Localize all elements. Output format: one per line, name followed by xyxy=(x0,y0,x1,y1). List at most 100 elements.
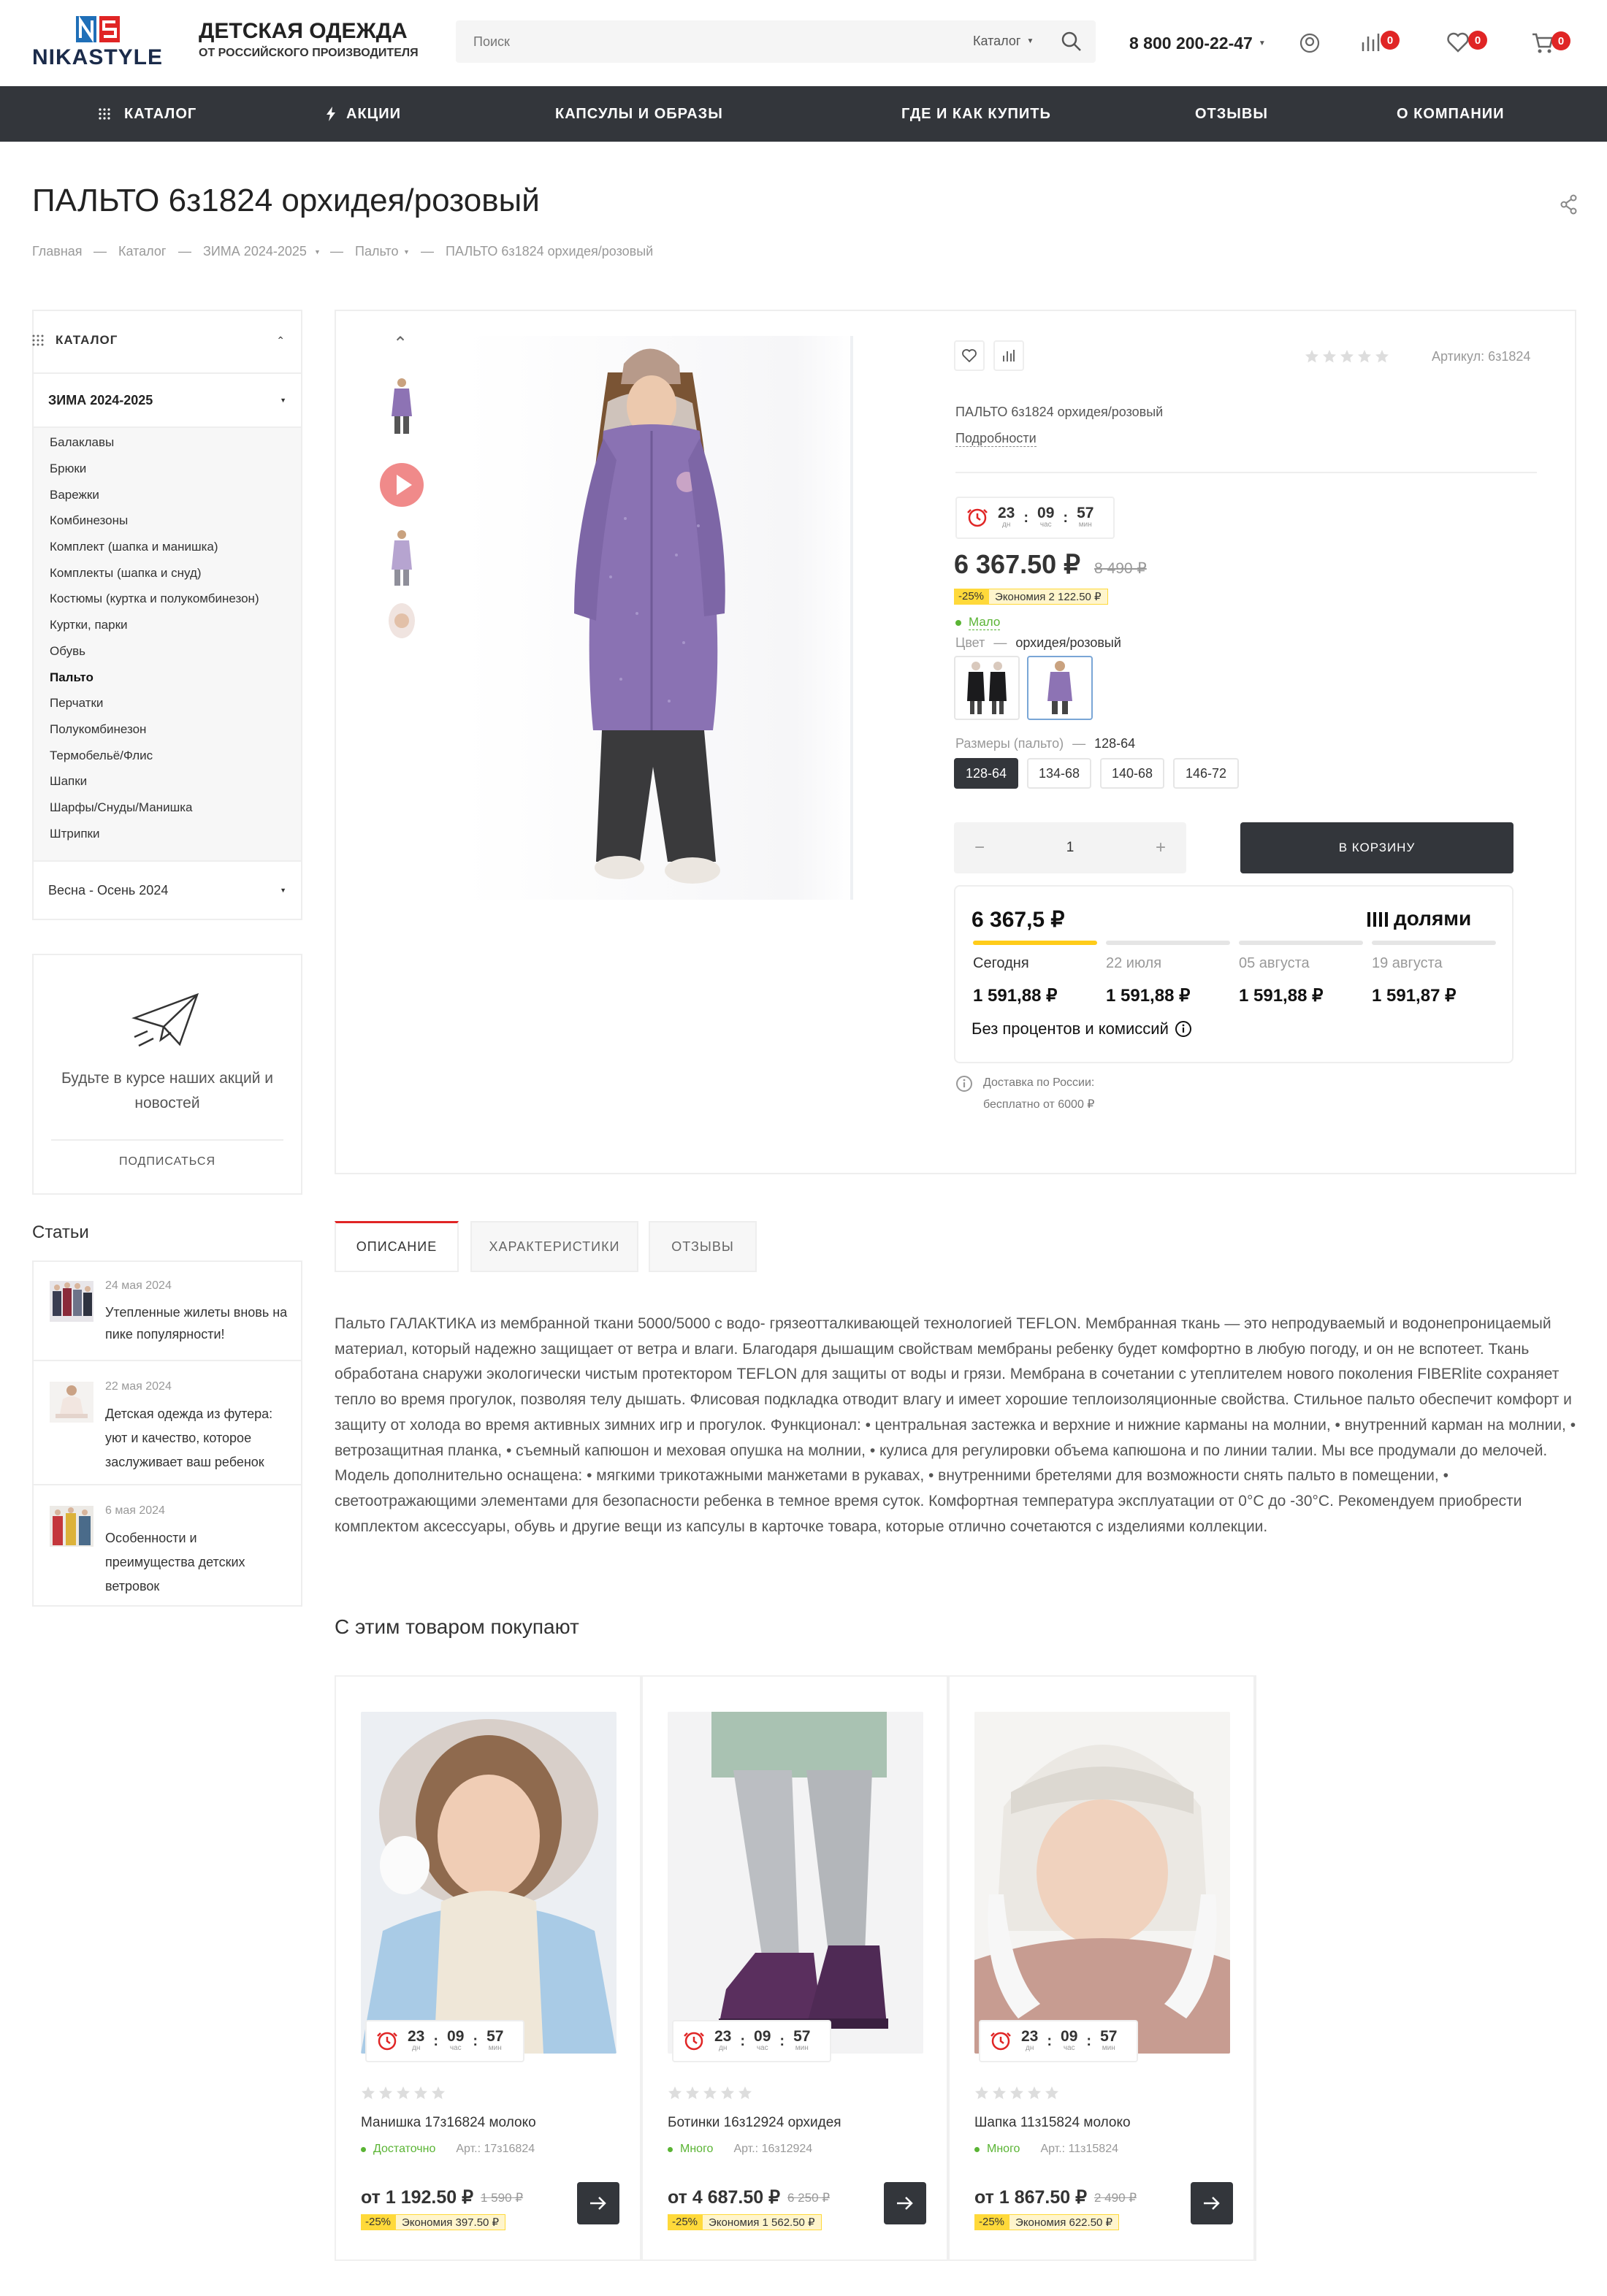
sidebar-item[interactable]: Комплект (шапка и манишка) xyxy=(50,540,218,554)
search-icon[interactable] xyxy=(1061,31,1083,53)
favorite-toggle-button[interactable] xyxy=(954,340,985,371)
breadcrumb-catalog[interactable]: Каталог xyxy=(118,244,166,259)
timer-days: 23 дн xyxy=(998,505,1015,529)
play-video-icon[interactable] xyxy=(378,462,425,508)
favorites-button[interactable]: 0 xyxy=(1446,31,1487,53)
sidebar-item[interactable]: Комбинезоны xyxy=(50,513,128,528)
sidebar-item[interactable]: Шапки xyxy=(50,774,87,789)
cart-icon xyxy=(1532,33,1554,53)
quantity-increase-button[interactable]: + xyxy=(1135,838,1186,858)
sidebar-item[interactable]: Куртки, парки xyxy=(50,618,128,632)
details-link[interactable]: Подробности xyxy=(955,431,1037,447)
arrow-right-icon xyxy=(1204,2197,1220,2210)
timer-minutes-value: 57 xyxy=(793,2028,811,2045)
color-swatch-black[interactable] xyxy=(954,656,1020,720)
product-card-cart-button[interactable] xyxy=(1191,2182,1233,2224)
sidebar-item[interactable]: Перчатки xyxy=(50,696,103,711)
size-option[interactable]: 146-72 xyxy=(1173,758,1239,789)
product-card-image[interactable] xyxy=(974,1712,1230,2054)
breadcrumb-coats[interactable]: Пальто xyxy=(355,244,398,259)
logo[interactable]: NIKASTYLE xyxy=(32,16,164,69)
product-card-name[interactable]: Ботинки 16з12924 орхидея xyxy=(668,2115,841,2131)
breadcrumb-current: ПАЛЬТО 6з1824 орхидея/розовый xyxy=(446,244,654,259)
quantity-decrease-button[interactable]: − xyxy=(954,838,1005,858)
compare-toggle-button[interactable] xyxy=(993,340,1024,371)
thumbnail-scroll-up[interactable]: ⌃ xyxy=(393,333,408,354)
thumbnail-image[interactable] xyxy=(384,599,419,640)
nav-catalog[interactable]: КАТАЛОГ xyxy=(98,86,196,142)
sidebar-item[interactable]: Шарфы/Снуды/Манишка xyxy=(50,800,192,815)
tab-description[interactable]: ОПИСАНИЕ xyxy=(335,1221,459,1272)
sidebar-item[interactable]: Комплекты (шапка и снуд) xyxy=(50,566,202,581)
user-icon[interactable] xyxy=(1299,32,1321,54)
sidebar-item[interactable]: Варежки xyxy=(50,488,99,502)
logo-icon xyxy=(76,16,120,43)
info-divider xyxy=(955,472,1537,473)
product-card-image[interactable] xyxy=(361,1712,617,2054)
product-main-image[interactable] xyxy=(465,336,853,900)
color-swatch-orchid[interactable] xyxy=(1027,656,1093,720)
search-input[interactable] xyxy=(456,20,953,63)
article-date: 22 мая 2024 xyxy=(105,1380,172,1393)
thumbnail-image[interactable] xyxy=(384,527,419,590)
sidebar-item[interactable]: Штрипки xyxy=(50,827,99,841)
share-icon[interactable] xyxy=(1560,194,1578,215)
sidebar-item[interactable]: Полукомбинезон xyxy=(50,722,146,737)
size-option[interactable]: 140-68 xyxy=(1100,758,1164,789)
product-card-cart-button[interactable] xyxy=(577,2182,619,2224)
nav-about[interactable]: О КОМПАНИИ xyxy=(1397,86,1505,142)
logo-text: NIKASTYLE xyxy=(32,45,164,69)
dolyami-logo: долями xyxy=(1367,907,1471,930)
product-card-cart-button[interactable] xyxy=(884,2182,926,2224)
sidebar-item[interactable]: Балаклавы xyxy=(50,435,114,450)
article-item[interactable]: 24 мая 2024 Утепленные жилеты вновь на п… xyxy=(32,1260,302,1361)
cart-button[interactable]: 0 xyxy=(1531,31,1570,54)
article-date: 6 мая 2024 xyxy=(105,1504,165,1517)
timer-minutes-label: мин xyxy=(1102,2044,1115,2052)
size-option-selected[interactable]: 128-64 xyxy=(954,758,1018,789)
product-card[interactable]: 23 дн : 09 час : 57 мин Ботинки 16з12924 ор… xyxy=(641,1675,948,2261)
sidebar-section-winter[interactable]: ЗИМА 2024-2025 ▼ xyxy=(32,372,302,428)
subscribe-divider xyxy=(51,1139,283,1141)
product-card-price: от 1 192.50 ₽ xyxy=(361,2187,474,2208)
nav-reviews[interactable]: ОТЗЫВЫ xyxy=(1195,86,1268,142)
sidebar-section-spring[interactable]: Весна - Осень 2024 ▼ xyxy=(32,860,302,919)
product-card-image[interactable] xyxy=(668,1712,923,2054)
product-card-name[interactable]: Шапка 11з15824 молоко xyxy=(974,2115,1131,2131)
subscribe-button[interactable]: ПОДПИСАТЬСЯ xyxy=(32,1155,302,1168)
sidebar-item[interactable]: Брюки xyxy=(50,462,86,476)
nav-capsules[interactable]: КАПСУЛЫ И ОБРАЗЫ xyxy=(555,86,723,142)
tab-characteristics[interactable]: ХАРАКТЕРИСТИКИ xyxy=(470,1221,638,1272)
size-option[interactable]: 134-68 xyxy=(1027,758,1091,789)
breadcrumb-winter[interactable]: ЗИМА 2024-2025 xyxy=(203,244,307,259)
product-rating-stars[interactable] xyxy=(1305,349,1389,364)
sidebar-item-active[interactable]: Пальто xyxy=(50,670,93,685)
star-icon xyxy=(414,2086,427,2100)
tab-reviews[interactable]: ОТЗЫВЫ xyxy=(649,1221,757,1272)
info-icon[interactable] xyxy=(1175,1020,1192,1038)
article-title: Детская одежда из футера: уют и качество… xyxy=(105,1407,273,1469)
product-card[interactable]: 23 дн : 09 час : 57 мин Шапка 11з15824 моло… xyxy=(948,1675,1255,2261)
nav-promotions[interactable]: АКЦИИ xyxy=(326,86,401,142)
clock-icon xyxy=(377,2032,397,2051)
sidebar-catalog-header[interactable]: КАТАЛОГ ⌃ xyxy=(32,310,302,371)
phone-dropdown[interactable]: 8 800 200-22-47 ▼ xyxy=(1129,34,1266,53)
installment-payment: 05 августа 1 591,88 ₽ xyxy=(1239,941,1363,1006)
cart-count-badge: 0 xyxy=(1551,31,1570,50)
quantity-value[interactable]: 1 xyxy=(1005,840,1135,856)
article-item[interactable]: 22 мая 2024 Детская одежда из футера: ую… xyxy=(32,1361,302,1485)
breadcrumb-home[interactable]: Главная xyxy=(32,244,83,259)
add-to-cart-button[interactable]: В КОРЗИНУ xyxy=(1240,822,1514,873)
search-scope-select[interactable]: Каталог ▼ xyxy=(973,34,1034,49)
product-card[interactable]: 23 дн : 09 час : 57 мин Манишка 17з16824 мо… xyxy=(335,1675,641,2261)
product-card-name[interactable]: Манишка 17з16824 молоко xyxy=(361,2115,536,2131)
nav-where-to-buy[interactable]: ГДЕ И КАК КУПИТЬ xyxy=(901,86,1051,142)
thumbnail-image[interactable] xyxy=(384,375,419,438)
sidebar-item[interactable]: Термобельё/Флис xyxy=(50,749,153,763)
article-item[interactable]: 6 мая 2024 Особенности и преимущества де… xyxy=(32,1485,302,1607)
sidebar-item[interactable]: Костюмы (куртка и полукомбинезон) xyxy=(50,592,259,606)
compare-button[interactable]: 0 xyxy=(1360,31,1400,53)
sidebar-item[interactable]: Обувь xyxy=(50,644,85,659)
timer-separator: : xyxy=(1047,2032,1053,2049)
compare-icon xyxy=(1362,34,1380,51)
